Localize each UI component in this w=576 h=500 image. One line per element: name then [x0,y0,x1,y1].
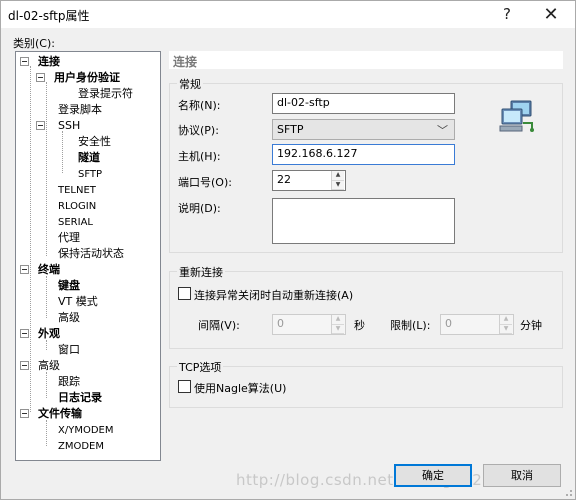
tree-item-window[interactable]: 窗口 [58,343,80,357]
limit-label: 限制(L): [390,319,431,332]
spin-up-icon[interactable]: ▲ [332,171,344,181]
auto-reconnect-label[interactable]: 连接异常关闭时自动重新连接(A) [194,287,353,303]
collapse-toggle-icon[interactable] [36,121,45,130]
tree-item-zmodem[interactable]: ZMODEM [58,439,104,454]
description-label: 说明(D): [178,202,221,215]
category-tree[interactable]: 连接 用户身份验证 登录提示符 登录脚本 SSH 安全性 隧道 SFTP TEL… [15,51,161,461]
interval-label: 间隔(V): [198,319,240,332]
tree-item-vt-mode[interactable]: VT 模式 [58,295,98,309]
reconnect-group-label: 重新连接 [177,264,225,280]
limit-spinner: ▲ ▼ [499,315,512,334]
spin-down-icon[interactable]: ▼ [332,180,344,190]
general-group-label: 常规 [177,76,203,92]
tree-item-keyboard[interactable]: 键盘 [58,279,80,293]
tree-line [46,276,47,318]
resize-grip-icon[interactable] [563,487,573,497]
tree-line [30,66,31,412]
tree-item-keepalive[interactable]: 保持活动状态 [58,247,124,261]
tree-item-logging[interactable]: 日志记录 [58,391,102,405]
name-label: 名称(N): [178,99,221,112]
port-label: 端口号(O): [178,176,232,189]
description-textarea[interactable] [272,198,455,244]
tree-item-serial[interactable]: SERIAL [58,215,93,230]
collapse-toggle-icon[interactable] [20,57,29,66]
tcp-group-label: TCP选项 [177,359,224,375]
help-button[interactable]: ? [487,1,527,28]
tree-line [46,372,47,398]
collapse-toggle-icon[interactable] [20,409,29,418]
nagle-checkbox[interactable] [178,380,191,393]
category-label: 类别(C): [13,37,55,50]
host-label: 主机(H): [178,150,221,163]
window-title: dl-02-sftp属性 [8,9,90,23]
reconnect-group [169,271,563,349]
name-input[interactable]: dl-02-sftp [272,93,455,114]
minutes-unit: 分钟 [520,319,542,332]
network-computer-icon [499,100,534,132]
tree-line [62,131,63,173]
close-button[interactable]: ✕ [531,1,571,28]
tree-item-trace[interactable]: 跟踪 [58,375,80,389]
tree-item-xymodem[interactable]: X/YMODEM [58,423,113,438]
interval-value: 0 [277,317,284,330]
cancel-button[interactable]: 取消 [483,464,561,487]
properties-dialog: dl-02-sftp属性 ? ✕ 类别(C): 连接 用户身份验证 登录提示符 … [0,0,576,500]
collapse-toggle-icon[interactable] [36,73,45,82]
collapse-toggle-icon[interactable] [20,361,29,370]
tree-line [46,340,47,350]
protocol-value: SFTP [277,123,304,136]
seconds-unit: 秒 [354,319,365,332]
tree-item-login-prompt[interactable]: 登录提示符 [78,87,133,101]
limit-value: 0 [445,317,452,330]
tree-line [46,82,47,256]
spin-down-icon: ▼ [332,324,344,334]
tree-item-proxy[interactable]: 代理 [58,231,80,245]
interval-spinner: ▲ ▼ [331,315,344,334]
port-spinner[interactable]: ▲ ▼ [331,171,344,190]
tree-item-telnet[interactable]: TELNET [58,183,96,198]
collapse-toggle-icon[interactable] [20,329,29,338]
spin-up-icon: ▲ [500,315,512,325]
spin-down-icon: ▼ [500,324,512,334]
nagle-label[interactable]: 使用Nagle算法(U) [194,380,286,396]
tree-item-login-script[interactable]: 登录脚本 [58,103,102,117]
tree-item-sftp[interactable]: SFTP [78,167,102,182]
ok-button[interactable]: 确定 [394,464,472,487]
collapse-toggle-icon[interactable] [20,265,29,274]
tree-item-security[interactable]: 安全性 [78,135,111,149]
tree-item-tunnel[interactable]: 隧道 [78,151,100,165]
panel-header: 连接 [169,51,563,69]
port-value: 22 [277,173,291,186]
host-input[interactable]: 192.168.6.127 [272,144,455,165]
protocol-select[interactable]: SFTP ﹀ [272,119,455,140]
title-bar: dl-02-sftp属性 ? ✕ [1,1,575,28]
spin-up-icon: ▲ [332,315,344,325]
tree-item-terminal-advanced[interactable]: 高级 [58,311,80,325]
tree-line [46,420,47,446]
chevron-down-icon: ﹀ [437,124,448,137]
tree-item-rlogin[interactable]: RLOGIN [58,199,96,214]
auto-reconnect-checkbox[interactable] [178,287,191,300]
protocol-label: 协议(P): [178,124,219,137]
